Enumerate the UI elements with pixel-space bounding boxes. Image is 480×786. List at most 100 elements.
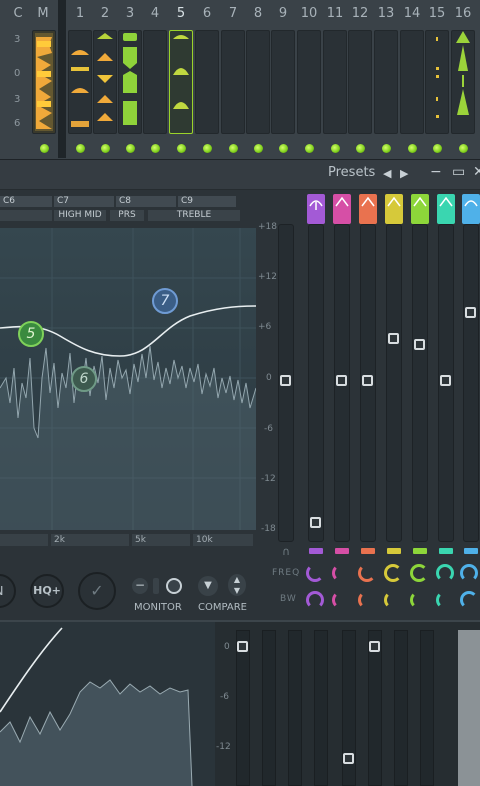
band-6-type-selector[interactable] [437, 194, 455, 224]
route-led[interactable] [305, 144, 314, 153]
fader-handle[interactable] [280, 375, 291, 386]
master-gain-fader[interactable] [278, 224, 294, 542]
channel-strip-8[interactable] [246, 30, 270, 134]
secondary-fader[interactable] [288, 630, 302, 786]
hq-button[interactable]: HQ+ [30, 574, 64, 608]
channel-strip-5[interactable] [169, 30, 193, 134]
channel-header-10[interactable]: 10 [297, 6, 321, 21]
fader-handle[interactable] [343, 753, 354, 764]
minimize-icon[interactable]: − [430, 164, 442, 180]
band-5-freq-knob[interactable] [410, 564, 428, 582]
channel-header-9[interactable]: 9 [271, 6, 295, 21]
fader-handle[interactable] [237, 641, 248, 652]
channel-strip-2[interactable] [93, 30, 117, 134]
band-2-freq-knob[interactable] [332, 564, 350, 582]
route-led[interactable] [126, 144, 135, 153]
channel-strip-1[interactable] [68, 30, 92, 134]
channel-header-5[interactable]: 5 [169, 6, 193, 21]
channel-strip-13[interactable] [374, 30, 398, 134]
channel-header-8[interactable]: 8 [246, 6, 270, 21]
band-1-type-selector[interactable] [307, 194, 325, 224]
fader-handle[interactable] [388, 333, 399, 344]
secondary-fader[interactable] [262, 630, 276, 786]
fader-handle[interactable] [440, 375, 451, 386]
band-5-type-selector[interactable] [411, 194, 429, 224]
channel-strip-9[interactable] [271, 30, 295, 134]
band-3-type-selector[interactable] [359, 194, 377, 224]
route-led[interactable] [76, 144, 85, 153]
route-led[interactable] [459, 144, 468, 153]
secondary-fader[interactable] [342, 630, 356, 786]
channel-header-3[interactable]: 3 [118, 6, 142, 21]
maximize-icon[interactable]: ▭ [452, 164, 465, 180]
eq-response-graph[interactable]: 5 6 7 [0, 228, 257, 530]
presets-menu[interactable]: Presets [328, 165, 375, 180]
fader-handle[interactable] [362, 375, 373, 386]
scrollbar[interactable] [458, 630, 480, 786]
monitor-record-icon[interactable] [166, 578, 182, 594]
channel-header-4[interactable]: 4 [143, 6, 167, 21]
route-led[interactable] [40, 144, 49, 153]
band-4-freq-knob[interactable] [384, 564, 402, 582]
route-led[interactable] [254, 144, 263, 153]
channel-strip-14[interactable] [400, 30, 424, 134]
fader-handle[interactable] [310, 517, 321, 528]
channel-header-7[interactable]: 7 [221, 6, 245, 21]
headphone-icon[interactable]: ∩ [282, 545, 290, 558]
channel-header-14[interactable]: 14 [400, 6, 424, 21]
channel-strip-master[interactable] [32, 30, 56, 134]
band-2-type-selector[interactable] [333, 194, 351, 224]
band-1-gain-fader[interactable] [308, 224, 324, 542]
monitor-minus-icon[interactable]: − [132, 578, 148, 594]
channel-header-16[interactable]: 16 [451, 6, 475, 21]
band-4-bw-knob[interactable] [384, 591, 402, 609]
route-led[interactable] [433, 144, 442, 153]
band-6-bw-knob[interactable] [436, 591, 454, 609]
secondary-fader[interactable] [314, 630, 328, 786]
route-led[interactable] [203, 144, 212, 153]
fader-handle[interactable] [336, 375, 347, 386]
secondary-fader[interactable] [236, 630, 250, 786]
n-button[interactable]: N [0, 574, 16, 608]
channel-header-13[interactable]: 13 [374, 6, 398, 21]
band-6-gain-fader[interactable] [438, 224, 454, 542]
band-3-bw-knob[interactable] [358, 591, 376, 609]
band-2-bw-knob[interactable] [332, 591, 350, 609]
band-4-type-selector[interactable] [385, 194, 403, 224]
route-led[interactable] [382, 144, 391, 153]
channel-strip-7[interactable] [221, 30, 245, 134]
channel-header-12[interactable]: 12 [348, 6, 372, 21]
band-6-freq-knob[interactable] [436, 564, 454, 582]
band-7-bw-knob[interactable] [460, 591, 478, 609]
eq-band-node-6[interactable]: 6 [71, 366, 97, 392]
band-7-freq-knob[interactable] [460, 564, 478, 582]
fader-handle[interactable] [465, 307, 476, 318]
route-led[interactable] [356, 144, 365, 153]
channel-strip-16[interactable] [451, 30, 475, 134]
secondary-fader[interactable] [394, 630, 408, 786]
band-5-bw-knob[interactable] [410, 591, 428, 609]
channel-strip-10[interactable] [297, 30, 321, 134]
fader-handle[interactable] [414, 339, 425, 350]
route-led[interactable] [101, 144, 110, 153]
band-1-bw-knob[interactable] [306, 591, 324, 609]
eq-band-node-7[interactable]: 7 [152, 288, 178, 314]
channel-header-master[interactable]: M [31, 6, 55, 21]
channel-strip-15[interactable] [425, 30, 449, 134]
band-7-type-selector[interactable] [462, 194, 480, 224]
compare-down-icon[interactable]: ▼ [198, 576, 218, 596]
next-preset-icon[interactable]: ▶ [400, 167, 408, 180]
secondary-fader[interactable] [368, 630, 382, 786]
channel-strip-4[interactable] [143, 30, 167, 134]
route-led[interactable] [177, 144, 186, 153]
route-led[interactable] [408, 144, 417, 153]
band-5-gain-fader[interactable] [412, 224, 428, 542]
channel-strip-12[interactable] [348, 30, 372, 134]
channel-header-1[interactable]: 1 [68, 6, 92, 21]
band-1-freq-knob[interactable] [306, 564, 324, 582]
channel-header-15[interactable]: 15 [425, 6, 449, 21]
channel-header-2[interactable]: 2 [93, 6, 117, 21]
channel-strip-11[interactable] [323, 30, 347, 134]
band-7-gain-fader[interactable] [463, 224, 479, 542]
band-3-freq-knob[interactable] [358, 564, 376, 582]
